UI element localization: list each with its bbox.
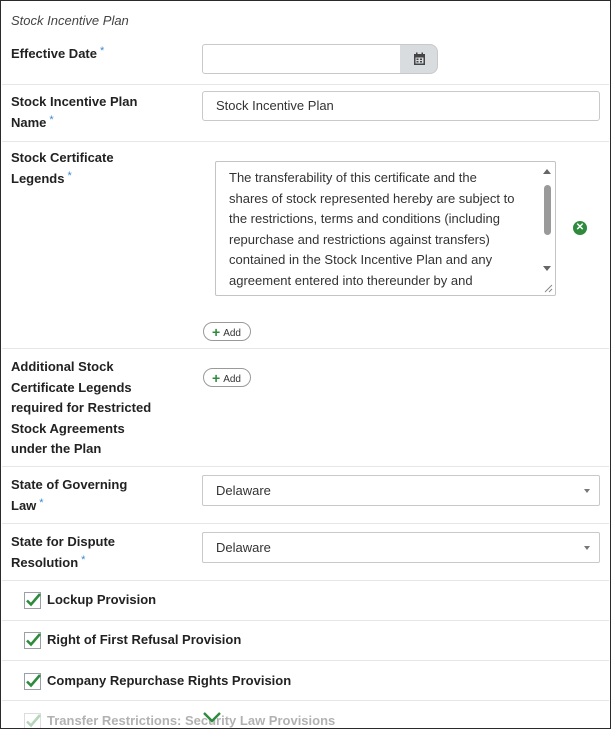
plus-icon: + [212,370,221,386]
company-repurchase-row: Company Repurchase Rights Provision [2,661,609,701]
close-circle-icon: ✕ [575,222,585,233]
dispute-resolution-select[interactable]: Delaware [202,532,600,563]
checkmark-icon [26,674,41,688]
add-additional-legend-button[interactable]: + Add [203,368,251,387]
plan-name-row: Stock Incentive Plan Name * Stock Incenti… [2,85,609,142]
company-repurchase-checkbox[interactable] [24,673,41,690]
required-marker: * [99,45,105,57]
dispute-resolution-row: State for Dispute Resolution * Delaware [2,524,609,581]
plan-name-label: Stock Incentive Plan Name * [11,94,138,130]
legend-scrollbar[interactable] [541,165,553,275]
certificate-legends-label: Stock Certificate Legends * [11,150,114,186]
governing-law-label: State of Governing Law * [11,477,128,513]
lockup-provision-checkbox[interactable] [24,592,41,609]
calendar-icon [414,52,425,65]
section-title: Stock Incentive Plan [11,13,129,28]
calendar-button[interactable] [400,44,438,74]
legend-text: The transferability of this certificate … [229,170,515,288]
resize-handle-icon[interactable] [543,283,553,293]
checkmark-icon [26,633,41,647]
dispute-resolution-label: State for Dispute Resolution * [11,534,116,570]
plan-name-input[interactable]: Stock Incentive Plan [202,91,600,121]
right-of-first-refusal-row: Right of First Refusal Provision [2,621,609,661]
dropdown-caret-icon [584,546,590,550]
right-of-first-refusal-checkbox[interactable] [24,632,41,649]
governing-law-select[interactable]: Delaware [202,475,600,506]
required-marker: * [67,169,72,182]
effective-date-input[interactable] [202,44,401,74]
remove-legend-button[interactable]: ✕ [573,221,587,235]
certificate-legends-row: Stock Certificate Legends * The transfera… [2,142,609,349]
add-legend-button[interactable]: + Add [203,322,251,341]
transfer-restrictions-label: Transfer Restrictions: Security Law Prov… [47,713,336,728]
required-marker: * [81,553,86,566]
stock-incentive-plan-form: Stock Incentive Plan Effective Date * Sto… [0,0,611,729]
additional-legends-row: Additional Stock Certificate Legends req… [2,349,609,467]
lockup-provision-label: Lockup Provision [47,592,157,607]
scroll-thumb[interactable] [544,185,551,235]
legend-textarea[interactable]: The transferability of this certificate … [215,161,556,296]
required-marker: * [39,496,44,509]
additional-legends-label: Additional Stock Certificate Legends req… [11,359,152,456]
effective-date-label: Effective Date * [11,45,105,61]
transfer-restrictions-checkbox[interactable] [24,713,41,728]
right-of-first-refusal-label: Right of First Refusal Provision [47,632,242,647]
checkmark-icon [26,593,41,607]
lockup-provision-row: Lockup Provision [2,581,609,621]
required-marker: * [49,113,54,126]
effective-date-row: Effective Date * [2,34,609,85]
scroll-down-chevron-icon[interactable] [202,711,222,723]
plus-icon: + [212,324,221,340]
company-repurchase-label: Company Repurchase Rights Provision [47,673,292,688]
governing-law-row: State of Governing Law * Delaware [2,467,609,524]
scroll-down-arrow-icon[interactable] [543,266,551,271]
checkmark-icon [26,714,41,728]
scroll-up-arrow-icon[interactable] [543,169,551,174]
dropdown-caret-icon [584,489,590,493]
transfer-restrictions-row: Transfer Restrictions: Security Law Prov… [2,701,609,728]
